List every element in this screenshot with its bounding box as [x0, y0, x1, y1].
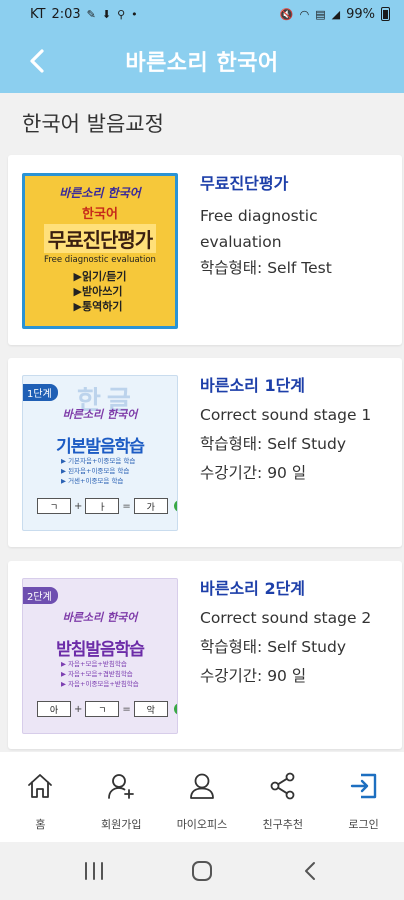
course-info: 무료진단평가 Free diagnostic evaluation 학습형태: … [200, 173, 392, 281]
nav-label: 로그인 [348, 818, 379, 831]
status-left: KT 2:03 ✎ ⬇ ⚲ • [30, 7, 138, 22]
section-title: 한국어 발음교정 [22, 112, 164, 136]
thumb-bullet: ▶ 된자음+이중모음 학습 [61, 467, 130, 475]
thumb-bullet: ▶ 자음+모음+받침학습 [61, 660, 127, 668]
home-icon [28, 774, 53, 798]
play-icon [173, 703, 177, 715]
course-thumbnail: 1단계 한글 바른소리 한국어 기본발음학습 ▶ 기본자음+이중모음 학습 ▶ … [22, 375, 178, 531]
course-title: 바른소리 2단계 [200, 579, 306, 598]
course-card-free-diagnostic[interactable]: 바른소리 한국어 한국어 무료진단평가 Free diagnostic eval… [8, 155, 402, 345]
carrier-label: KT [30, 6, 46, 22]
nav-item-home[interactable]: 홈 [0, 752, 81, 842]
eq-box: 가 [133, 498, 168, 514]
nav-item-login[interactable]: 로그인 [323, 752, 404, 842]
share-icon [270, 772, 295, 800]
cast-icon: ✎ [86, 7, 96, 21]
thumb-en: Free diagnostic evaluation [44, 255, 156, 265]
course-type: 학습형태: Self Study [200, 638, 347, 656]
nav-label: 회원가입 [100, 818, 142, 831]
usb-icon: ⚲ [117, 7, 126, 21]
thumb-line1: 한국어 [82, 207, 118, 222]
thumb-logo: 바른소리 한국어 [59, 186, 141, 200]
plus-sign: + [74, 703, 83, 715]
thumb-title: 기본발음학습 [56, 437, 145, 457]
thumb-bullets: ▶ 기본자음+이중모음 학습 ▶ 된자음+이중모음 학습 ▶ 거센+이중모음 학… [61, 456, 135, 486]
wifi-icon: ◠ [299, 7, 310, 21]
course-thumbnail: 바른소리 한국어 한국어 무료진단평가 Free diagnostic eval… [22, 173, 178, 329]
chevron-left-icon [305, 862, 315, 880]
thumb-logo: 바른소리 한국어 [62, 408, 138, 421]
user-add-icon [108, 774, 135, 799]
thumb-equation: ㄱ + ㅏ = 가 [37, 498, 177, 514]
back-arrow-icon [30, 49, 44, 73]
clock: 2:03 [51, 6, 81, 22]
eq-box: 아 [37, 701, 71, 717]
course-card-stage-2[interactable]: 2단계 바른소리 한국어 받침발음학습 ▶ 자음+모음+받침학습 ▶ 자음+모음… [8, 561, 402, 749]
course-title: 무료진단평가 [200, 174, 289, 193]
nav-item-recommend[interactable]: 친구추천 [242, 752, 323, 842]
course-type: 학습형태: Self Test [200, 259, 332, 277]
recent-apps-icon [85, 862, 103, 880]
stage-tag: 2단계 [23, 587, 58, 604]
recent-apps-button[interactable] [74, 851, 114, 891]
course-subtitle: Free diagnostic evaluation [200, 207, 318, 251]
course-thumbnail: 2단계 바른소리 한국어 받침발음학습 ▶ 자음+모음+받침학습 ▶ 자음+모음… [22, 578, 178, 734]
system-nav-bar [0, 842, 404, 900]
eq-box: ㅏ [85, 498, 120, 514]
course-period: 수강기간: 90 일 [200, 667, 307, 685]
header-title: 바른소리 한국어 [125, 50, 279, 76]
course-card-stage-1[interactable]: 1단계 한글 바른소리 한국어 기본발음학습 ▶ 기본자음+이중모음 학습 ▶ … [8, 358, 402, 547]
thumb-bullets: ▶읽기/듣기 ▶받아쓰기 ▶통역하기 [74, 269, 127, 314]
course-subtitle: Correct sound stage 2 [200, 609, 372, 627]
course-info: 바른소리 1단계 Correct sound stage 1 학습형태: Sel… [200, 375, 392, 486]
course-period: 수강기간: 90 일 [200, 464, 307, 482]
nav-item-my-office[interactable]: 마이오피스 [162, 752, 243, 842]
home-square-icon [192, 861, 212, 881]
equals-sign: = [122, 500, 131, 512]
signal-icon: ◢ [331, 7, 341, 21]
back-button[interactable] [22, 46, 52, 76]
thumb-bullet: ▶ 거센+이중모음 학습 [61, 477, 124, 485]
equals-sign: = [122, 703, 131, 715]
nav-label: 친구추천 [262, 818, 304, 831]
thumb-bullet: ▶받아쓰기 [73, 285, 123, 298]
dot-icon: • [131, 7, 138, 21]
nav-label: 마이오피스 [176, 818, 228, 831]
course-type: 학습형태: Self Study [200, 435, 347, 453]
status-right: 🔇 ◠ ▤ ◢ 99% [280, 7, 390, 22]
thumb-bullets: ▶ 자음+모음+받침학습 ▶ 자음+모음+겹받침학습 ▶ 자음+이중모음+받침학… [61, 659, 139, 689]
course-title: 바른소리 1단계 [200, 376, 306, 395]
nav-label: 홈 [35, 818, 46, 831]
thumb-equation: 아 + ㄱ = 악 [37, 701, 177, 717]
system-back-button[interactable] [290, 851, 330, 891]
thumb-line2: 무료진단평가 [43, 224, 157, 253]
login-icon [350, 773, 376, 799]
course-subtitle: Correct sound stage 1 [200, 406, 372, 424]
download-icon: ⬇ [101, 7, 112, 21]
plus-sign: + [74, 500, 83, 512]
play-icon [173, 500, 177, 512]
mute-icon: 🔇 [279, 7, 294, 21]
course-info: 바른소리 2단계 Correct sound stage 2 학습형태: Sel… [200, 578, 392, 689]
thumb-bullet: ▶읽기/듣기 [73, 270, 127, 283]
thumb-title: 받침발음학습 [56, 640, 145, 660]
status-bar: KT 2:03 ✎ ⬇ ⚲ • 🔇 ◠ ▤ ◢ 99% [0, 0, 404, 28]
bottom-nav: 홈 회원가입 마이오피스 친구추천 로그인 [0, 752, 404, 842]
thumb-bullet: ▶통역하기 [73, 300, 123, 313]
user-icon [190, 773, 214, 799]
lte-icon: ▤ [315, 7, 326, 21]
eq-box: ㄱ [85, 701, 120, 717]
battery-icon [381, 7, 390, 21]
home-button[interactable] [182, 851, 222, 891]
battery-percent: 99% [346, 6, 375, 22]
nav-item-signup[interactable]: 회원가입 [81, 752, 162, 842]
thumb-bullet: ▶ 자음+모음+겹받침학습 [61, 670, 133, 678]
thumb-bullet: ▶ 자음+이중모음+받침학습 [61, 680, 139, 688]
app-header: 바른소리 한국어 [0, 28, 404, 93]
stage-tag: 1단계 [23, 384, 58, 401]
thumb-bullet: ▶ 기본자음+이중모음 학습 [61, 457, 136, 465]
eq-box: 악 [133, 701, 168, 717]
thumb-logo: 바른소리 한국어 [62, 611, 138, 624]
eq-box: ㄱ [37, 498, 71, 514]
